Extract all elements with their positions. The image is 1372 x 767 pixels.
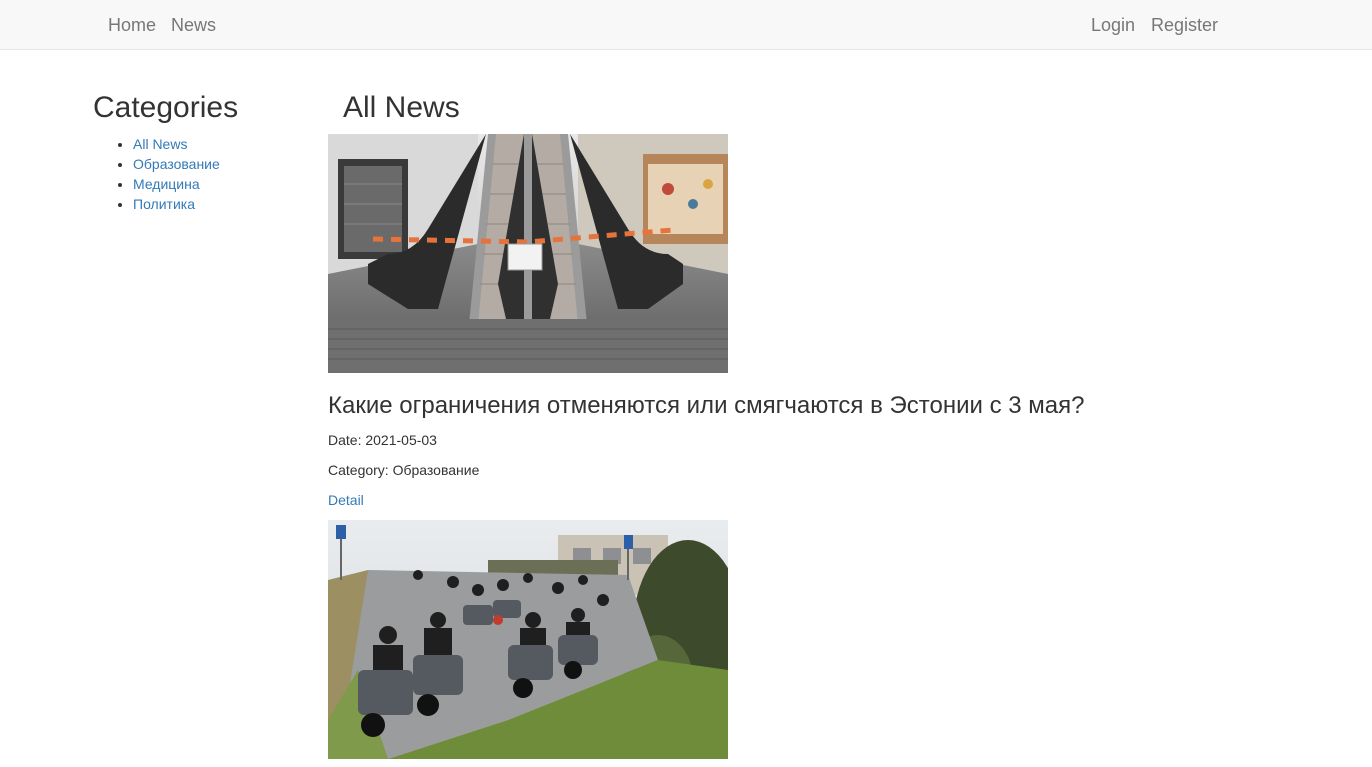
nav-home-link[interactable]: Home xyxy=(108,14,156,36)
page-title: All News xyxy=(343,91,460,124)
category-link-politics[interactable]: Политика xyxy=(133,196,195,212)
list-item: All News xyxy=(133,134,220,154)
nav-register-link[interactable]: Register xyxy=(1151,14,1218,36)
article-category: Category: Образование xyxy=(328,462,480,478)
article-detail-link[interactable]: Detail xyxy=(328,490,364,510)
nav-news-link[interactable]: News xyxy=(171,14,216,36)
nav-login-link[interactable]: Login xyxy=(1091,14,1135,36)
motorcycles-photo-illustration xyxy=(328,520,728,759)
list-item: Политика xyxy=(133,194,220,214)
article-image-motorcycles xyxy=(328,520,728,759)
category-link-all-news[interactable]: All News xyxy=(133,136,187,152)
escalator-photo-illustration xyxy=(328,134,728,373)
article-title: Какие ограничения отменяются или смягчаю… xyxy=(328,392,1085,419)
article-image-escalator xyxy=(328,134,728,373)
article-date: Date: 2021-05-03 xyxy=(328,432,437,448)
category-link-medicine[interactable]: Медицина xyxy=(133,176,200,192)
category-link-education[interactable]: Образование xyxy=(133,156,220,172)
category-list: All News Образование Медицина Политика xyxy=(93,134,220,214)
sidebar-title: Categories xyxy=(93,91,239,124)
list-item: Образование xyxy=(133,154,220,174)
top-navbar: Home News Login Register xyxy=(0,0,1372,50)
list-item: Медицина xyxy=(133,174,220,194)
